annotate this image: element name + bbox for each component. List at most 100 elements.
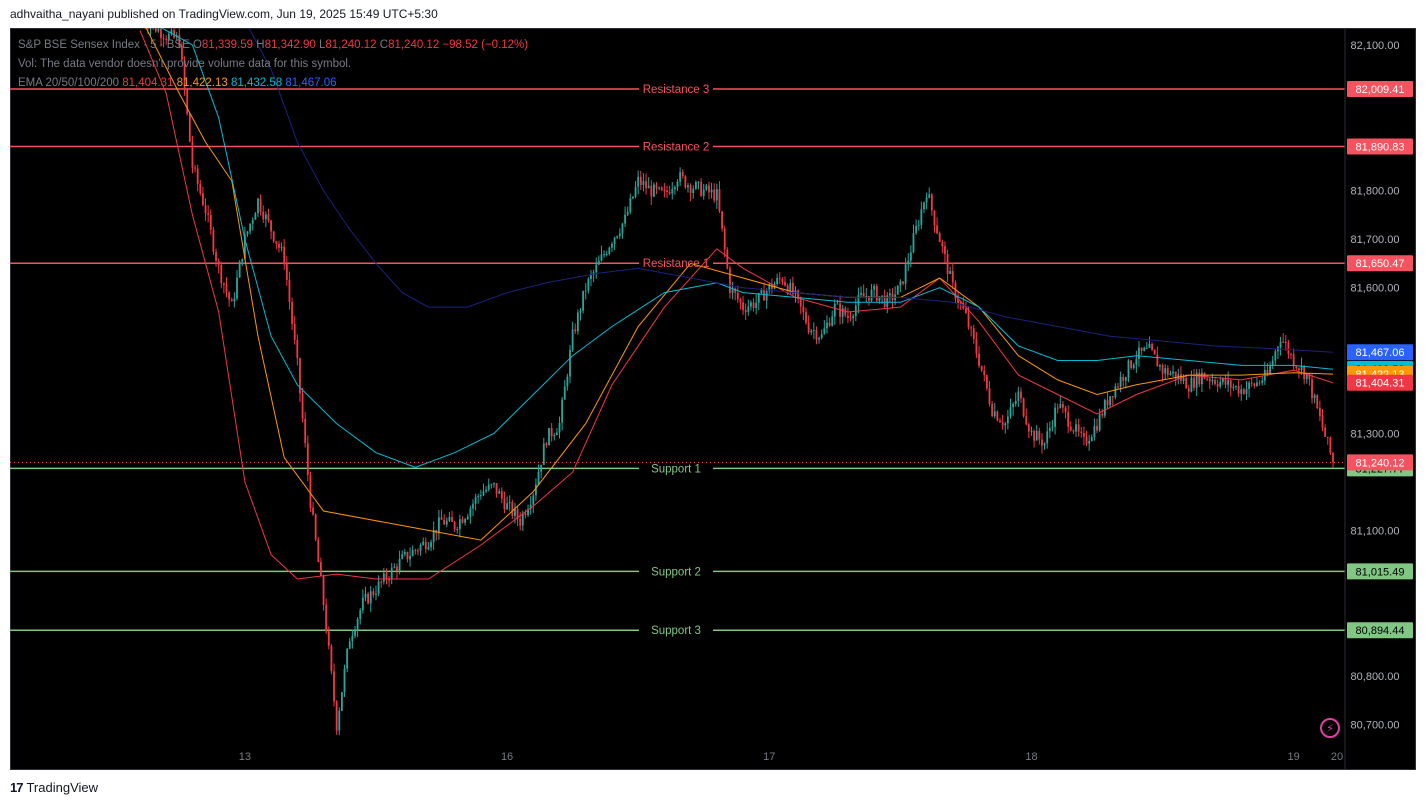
- candle-body: [1148, 343, 1151, 348]
- candle-body: [535, 484, 537, 496]
- candle-body: [440, 517, 443, 520]
- candle-body: [1027, 424, 1030, 432]
- candle-body: [1161, 365, 1164, 374]
- candle-body: [747, 306, 750, 312]
- candle-body: [912, 233, 915, 253]
- candle-body: [401, 554, 404, 559]
- candle-body: [146, 28, 149, 29]
- candle-body: [815, 330, 818, 340]
- candle-body: [1297, 368, 1300, 371]
- candle-body: [1030, 430, 1033, 432]
- candle-body: [343, 668, 346, 693]
- candle-body: [1046, 431, 1049, 444]
- candle-body: [1004, 423, 1007, 426]
- candle-body: [967, 312, 970, 328]
- candle-body: [1020, 391, 1022, 399]
- brand-name: TradingView: [26, 780, 99, 795]
- candle-body: [1075, 424, 1077, 432]
- candle-body: [702, 189, 705, 196]
- candle-body: [1130, 360, 1133, 369]
- candle-body: [569, 349, 571, 377]
- x-tick-label: 19: [1288, 751, 1300, 763]
- price-tag-label: 81,404.31: [1356, 378, 1405, 390]
- candle-body: [157, 28, 160, 32]
- candle-body: [849, 317, 852, 319]
- candle-body: [1038, 430, 1041, 440]
- candle-body: [590, 275, 592, 280]
- candle-body: [1035, 430, 1038, 441]
- candle-body: [936, 225, 938, 234]
- level-caption: Resistance 3: [643, 84, 709, 96]
- y-tick-label: 80,800.00: [1351, 671, 1400, 683]
- candle-body: [482, 491, 485, 496]
- candle-body: [841, 308, 844, 317]
- legend-symbol-row: S&P BSE Sensex Index · 5 · BSE O81,339.5…: [18, 39, 529, 51]
- candle-body: [1292, 354, 1295, 367]
- candle-body: [655, 184, 658, 189]
- candle-body: [888, 293, 891, 296]
- candle-body: [1229, 380, 1232, 388]
- candle-body: [385, 573, 388, 580]
- candle-body: [812, 330, 815, 332]
- candle-body: [860, 292, 862, 295]
- candle-body: [149, 28, 152, 29]
- candle-body: [867, 296, 870, 301]
- candle-body: [188, 113, 191, 142]
- candle-body: [1143, 348, 1146, 351]
- candle-body: [891, 293, 894, 301]
- candle-body: [1279, 341, 1282, 348]
- candle-body: [364, 593, 367, 598]
- candle-body: [314, 514, 317, 540]
- candle-body: [1316, 395, 1319, 408]
- candle-body: [280, 246, 283, 248]
- candle-body: [802, 306, 805, 313]
- candle-body: [490, 484, 493, 486]
- candle-body: [220, 264, 223, 284]
- candle-body: [996, 411, 999, 421]
- price-chart[interactable]: Resistance 3Resistance 2Resistance 1Supp…: [10, 28, 1416, 770]
- candle-body: [359, 610, 362, 620]
- ema-line-ema100: [160, 28, 1334, 468]
- candle-body: [217, 260, 220, 265]
- level-price-label: 81,015.49: [1356, 566, 1405, 578]
- candle-body: [312, 507, 314, 515]
- candle-body: [760, 289, 763, 294]
- candle-body: [532, 495, 535, 505]
- candle-body: [1085, 436, 1088, 444]
- candle-body: [1321, 415, 1324, 428]
- candle-body: [251, 219, 254, 224]
- candle-body: [1153, 349, 1156, 355]
- candle-body: [548, 428, 550, 446]
- candle-body: [928, 194, 931, 198]
- candle-body: [1140, 347, 1143, 351]
- candle-body: [1166, 368, 1169, 375]
- candle-body: [1151, 343, 1154, 350]
- candle-body: [563, 386, 566, 400]
- candle-body: [778, 277, 781, 280]
- ema200-value: 81,467.06: [285, 77, 337, 89]
- candle-body: [1109, 396, 1112, 406]
- candle-body: [608, 247, 611, 254]
- candle-body: [1274, 351, 1277, 361]
- candle-body: [1329, 437, 1332, 454]
- candle-body: [689, 185, 692, 193]
- candle-body: [807, 322, 810, 333]
- candle-body: [1080, 431, 1083, 433]
- candle-body: [836, 303, 839, 305]
- candle-body: [275, 241, 278, 244]
- candle-body: [624, 214, 626, 224]
- lightning-icon[interactable]: ⚡: [1320, 718, 1340, 738]
- candle-body: [521, 513, 524, 526]
- candle-body: [1324, 427, 1327, 437]
- level-caption: Support 3: [651, 625, 701, 637]
- candle-body: [907, 260, 910, 265]
- candle-body: [951, 270, 954, 283]
- candle-body: [445, 520, 448, 525]
- candle-body: [611, 244, 613, 248]
- candle-body: [1208, 378, 1211, 382]
- volume-note: Vol: The data vendor doesn't provide vol…: [18, 58, 352, 70]
- candle-body: [1295, 366, 1298, 369]
- candle-body: [1261, 380, 1264, 383]
- candle-body: [1224, 378, 1227, 385]
- candle-body: [524, 513, 527, 516]
